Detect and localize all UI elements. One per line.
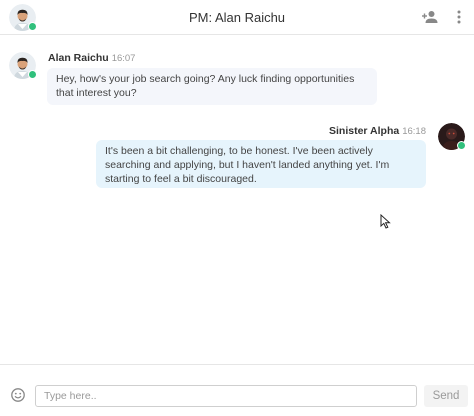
- message-sender-line: Alan Raichu 16:07: [48, 52, 135, 64]
- avatar: [438, 123, 466, 150]
- mouse-pointer-icon: [380, 214, 391, 229]
- message-bubble: It's been a bit challenging, to be hones…: [96, 140, 426, 188]
- page-title: PM: Alan Raichu: [188, 10, 286, 25]
- message-timestamp: 16:18: [402, 126, 426, 137]
- add-user-icon: [422, 11, 438, 23]
- chat-header: PM: Alan Raichu: [0, 0, 474, 35]
- message-input[interactable]: [35, 385, 417, 407]
- message-timestamp: 16:07: [111, 53, 136, 64]
- emoji-icon: [11, 388, 25, 402]
- more-options-button[interactable]: [450, 8, 468, 26]
- sender-name: Alan Raichu: [48, 52, 109, 64]
- sender-avatar[interactable]: [9, 52, 37, 79]
- add-user-button[interactable]: [421, 8, 439, 26]
- message-bubble: Hey, how's your job search going? Any lu…: [47, 68, 377, 105]
- more-vertical-icon: [457, 10, 461, 24]
- chat-window: PM: Alan Raichu Alan Raichu 16:07 Hey, h…: [0, 0, 474, 416]
- emoji-button[interactable]: [10, 387, 26, 403]
- send-button[interactable]: Send: [424, 385, 468, 407]
- avatar: [9, 52, 37, 79]
- sender-name: Sinister Alpha: [329, 125, 400, 137]
- message-composer: Send: [0, 364, 474, 416]
- message-sender-line: Sinister Alpha 16:18: [329, 125, 426, 137]
- online-status-dot: [28, 70, 37, 79]
- sender-avatar[interactable]: [438, 123, 466, 150]
- online-status-dot: [457, 141, 466, 150]
